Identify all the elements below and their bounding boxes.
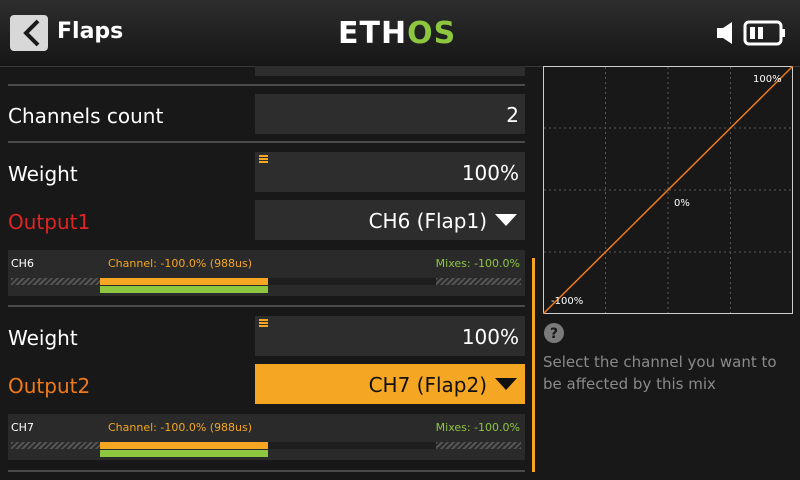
monitor-channel-value: Channel: -100.0% (988us) (108, 421, 253, 434)
channel-bar (100, 278, 268, 285)
mixes-bar-track (11, 450, 521, 457)
weight1-field[interactable]: 100% (255, 152, 525, 192)
divider (8, 305, 525, 307)
chevron-down-icon (495, 378, 517, 390)
back-button[interactable] (10, 15, 48, 51)
monitor-mixes-value: Mixes: -100.0% (435, 257, 520, 270)
ethos-logo: ETHOS (338, 16, 457, 51)
menu-icon (259, 155, 268, 163)
chevron-left-icon (23, 19, 40, 47)
monitor-channel-name: CH6 (11, 257, 34, 270)
chevron-down-icon (495, 214, 517, 226)
output1-value: CH6 (Flap1) (368, 209, 487, 233)
channel-monitor-1: CH6 Channel: -100.0% (988us) Mixes: -100… (8, 250, 525, 296)
help-text: Select the channel you want to be affect… (543, 353, 777, 393)
monitor-channel-value: Channel: -100.0% (988us) (108, 257, 253, 270)
weight1-label: Weight (8, 162, 78, 186)
mixes-bar (100, 286, 268, 293)
channel-bar-track (11, 442, 521, 449)
divider (8, 141, 525, 143)
channel-bar-track (11, 278, 521, 285)
weight2-field[interactable]: 100% (255, 316, 525, 356)
weight2-value: 100% (461, 325, 519, 349)
output1-select[interactable]: CH6 (Flap1) (255, 200, 525, 240)
header-bar: Flaps ETHOS (0, 0, 800, 67)
speaker-icon[interactable] (716, 21, 738, 45)
channel-bar (100, 442, 268, 449)
question-icon[interactable]: ? (543, 322, 565, 344)
divider (8, 470, 525, 472)
channels-count-value: 2 (506, 103, 519, 127)
curve-label-top: 100% (753, 74, 782, 85)
channel-monitor-2: CH7 Channel: -100.0% (988us) Mixes: -100… (8, 414, 525, 460)
svg-text:?: ? (550, 326, 558, 342)
menu-icon (259, 319, 268, 327)
monitor-mixes-value: Mixes: -100.0% (435, 421, 520, 434)
mixes-bar (100, 450, 268, 457)
battery-icon (743, 20, 785, 46)
monitor-channel-name: CH7 (11, 421, 34, 434)
mixes-bar-track (11, 286, 521, 293)
output2-value: CH7 (Flap2) (368, 373, 487, 397)
channels-count-label: Channels count (8, 104, 164, 128)
output2-label: Output2 (8, 374, 91, 398)
curve-graph: 100% 0% -100% (543, 66, 793, 314)
weight2-label: Weight (8, 326, 78, 350)
output1-label: Output1 (8, 210, 91, 234)
page-title: Flaps (57, 19, 124, 44)
previous-field[interactable] (255, 66, 525, 76)
scrollbar[interactable] (532, 258, 535, 472)
curve-label-bottom: -100% (551, 296, 583, 307)
output2-select[interactable]: CH7 (Flap2) (255, 364, 525, 404)
divider (8, 84, 525, 86)
channels-count-field[interactable]: 2 (255, 94, 525, 134)
curve-label-mid: 0% (674, 198, 690, 209)
weight1-value: 100% (461, 161, 519, 185)
